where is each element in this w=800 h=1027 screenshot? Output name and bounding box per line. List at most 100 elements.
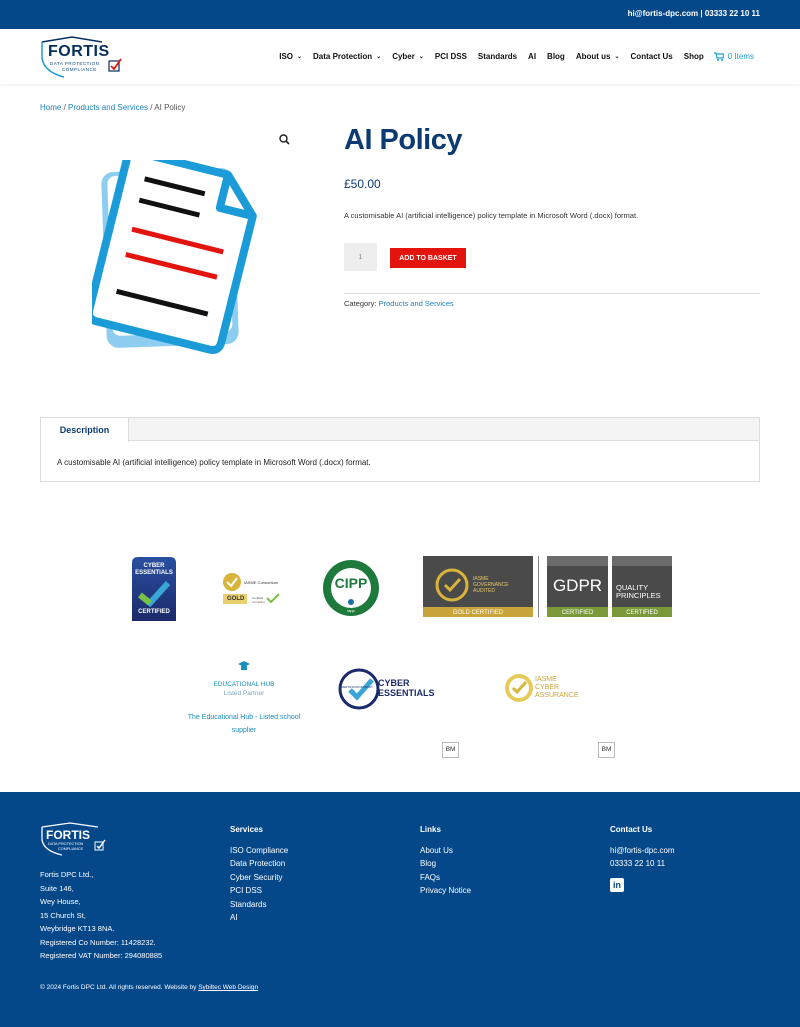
quality-principles-badge: QUALITY PRINCIPLES CERTIFIED — [612, 556, 672, 617]
footer-contact-item[interactable]: hi@fortis-dpc.com — [610, 844, 675, 857]
nav-item-about-us[interactable]: About us ⌄ — [576, 52, 620, 61]
footer-link[interactable]: About Us — [420, 844, 471, 857]
badge-text: CYBER — [378, 678, 410, 688]
footer-service-link[interactable]: ISO Compliance — [230, 844, 288, 857]
divider — [344, 293, 760, 294]
footer-service-link[interactable]: Standards — [230, 898, 288, 911]
breadcrumb-home[interactable]: Home — [40, 103, 61, 112]
address-line: Wey House, — [40, 897, 81, 906]
nav-item-iso[interactable]: ISO ⌄ — [279, 52, 302, 61]
bm-widget[interactable]: BM — [598, 742, 615, 758]
badge-text: PRINCIPLES — [616, 591, 661, 600]
badge-text: CERTIFIED — [138, 609, 170, 615]
nav-item-label: Contact Us — [630, 52, 673, 61]
magnifier-icon[interactable] — [279, 134, 290, 148]
nav-item-data-protection[interactable]: Data Protection ⌄ — [313, 52, 381, 61]
product-title: AI Policy — [344, 124, 463, 156]
badge-text: ASSURANCE — [535, 692, 579, 699]
main-navigation: ISO ⌄ Data Protection ⌄ Cyber ⌄ PCI DSS Standar… — [268, 52, 754, 61]
chevron-down-icon: ⌄ — [418, 54, 424, 60]
cart-count: 0 Items — [727, 52, 754, 61]
breadcrumb-category[interactable]: Products and Services — [68, 103, 148, 112]
nav-item-cyber[interactable]: Cyber ⌄ — [392, 52, 424, 61]
nav-item-standards[interactable]: Standards — [478, 52, 517, 61]
bm-widget[interactable]: BM — [442, 742, 459, 758]
footer-links-list: About Us Blog FAQs Privacy Notice — [420, 844, 471, 898]
logo-tagline-2: COMPLIANCE — [62, 67, 97, 72]
check-box-icon — [94, 839, 106, 851]
add-to-basket-button[interactable]: ADD TO BASKET — [390, 248, 466, 268]
chevron-down-icon: ⌄ — [614, 54, 620, 60]
badge-text: CIPP — [334, 575, 368, 591]
badge-text: QUALITY PRINCIPLES — [616, 584, 661, 600]
address-line: Fortis DPC Ltd., — [40, 870, 94, 879]
cipp-badge: CIPP iapp — [322, 559, 380, 622]
badge-text: IASME — [535, 676, 557, 683]
badge-text: ESSENTIALS — [135, 570, 173, 576]
nav-item-label: AI — [528, 52, 537, 61]
divider — [538, 556, 539, 617]
product-tabs: Description A customisable AI (artificia… — [40, 417, 760, 482]
gdpr-certified-badge: GDPR CERTIFIED — [547, 556, 608, 617]
chevron-down-icon: ⌄ — [376, 54, 382, 60]
footer-services-title: Services — [230, 825, 263, 834]
badge-text: CERTIFIED — [561, 610, 594, 616]
footer-service-link[interactable]: Data Protection — [230, 857, 288, 870]
footer-contact-item[interactable]: 03333 22 10 11 — [610, 857, 675, 870]
category-link[interactable]: Products and Services — [379, 299, 454, 308]
footer-link[interactable]: FAQs — [420, 871, 471, 884]
footer-logo[interactable]: FORTIS DATA PROTECTION COMPLIANCE — [40, 822, 110, 856]
iasme-governance-badge: IASME GOVERNANCE AUDITED GOLD CERTIFIED — [423, 556, 533, 617]
nav-item-shop[interactable]: Shop — [684, 52, 704, 61]
address-line: Registered Co Number: 11428232. — [40, 937, 156, 947]
shopping-cart-icon — [713, 52, 724, 61]
linkedin-icon[interactable]: in — [610, 878, 624, 892]
cart-link[interactable]: 0 Items — [713, 52, 754, 61]
nav-item-blog[interactable]: Blog — [547, 52, 565, 61]
nav-item-contact-us[interactable]: Contact Us — [631, 52, 673, 61]
badge-text: AUDITED — [473, 588, 495, 594]
product-image[interactable] — [40, 124, 300, 374]
nav-item-label: Data Protection — [313, 52, 373, 61]
badge-text: EDUCATIONAL HUB — [213, 681, 275, 688]
site-logo[interactable]: FORTIS DATA PROTECTION COMPLIANCE — [40, 36, 124, 78]
logo-brand: FORTIS — [48, 43, 110, 60]
address-line: 15 Church St, — [40, 910, 86, 920]
badge-text: IASME CYBER ASSURANCE — [535, 676, 579, 700]
footer-service-link[interactable]: AI — [230, 911, 288, 924]
nav-item-label: About us — [575, 52, 611, 61]
badge-text: CERTIFIED — [626, 610, 658, 616]
educational-hub-caption[interactable]: The Educational Hub - Listed school supp… — [182, 711, 306, 737]
educational-hub-badge: EDUCATIONAL HUB Listed Partner — [204, 660, 284, 700]
footer-service-link[interactable]: PCI DSS — [230, 884, 288, 897]
footer-logo-brand: FORTIS — [46, 828, 90, 842]
top-contact-info[interactable]: hi@fortis-dpc.com | 03333 22 10 11 — [628, 9, 760, 18]
tab-bar — [41, 418, 759, 441]
nav-item-label: Cyber — [392, 52, 415, 61]
tab-description-content: A customisable AI (artificial intelligen… — [57, 458, 371, 467]
footer-link[interactable]: Blog — [420, 857, 471, 870]
footer-copyright: © 2024 Fortis DPC Ltd. All rights reserv… — [40, 984, 258, 991]
chevron-down-icon: ⌄ — [297, 54, 303, 60]
footer-link[interactable]: Privacy Notice — [420, 884, 471, 897]
copyright-text: © 2024 Fortis DPC Ltd. All rights reserv… — [40, 984, 197, 991]
badge-text: GOLD — [227, 596, 245, 602]
footer-service-link[interactable]: Cyber Security — [230, 871, 288, 884]
badge-text: Listed Partner — [223, 690, 265, 697]
footer-contact-list: hi@fortis-dpc.com 03333 22 10 11 — [610, 844, 675, 871]
graduation-cap-icon — [238, 661, 250, 670]
quantity-input[interactable] — [344, 243, 377, 271]
copyright-link[interactable]: Sybiltec Web Design — [198, 984, 258, 991]
badge-text: ESSENTIALS — [378, 688, 435, 698]
cyber-essentials-certified-badge: CYBER ESSENTIALS CERTIFIED — [126, 557, 182, 628]
logo-tagline: DATA PROTECTION — [50, 61, 100, 66]
nav-item-ai[interactable]: AI — [528, 52, 536, 61]
badge-text: CYBER — [143, 563, 165, 569]
nav-item-pci-dss[interactable]: PCI DSS — [435, 52, 467, 61]
badge-text: CERTIFICATION BODY — [341, 685, 374, 689]
footer-links-title: Links — [420, 825, 441, 834]
footer-address: Fortis DPC Ltd., Suite 146, Wey House, 15 C… — [40, 868, 162, 963]
product-price: £50.00 — [344, 177, 381, 191]
tab-description[interactable]: Description — [41, 418, 129, 442]
iasme-gold-badge: IASME Consortium GOLD Certified Company — [221, 572, 283, 608]
